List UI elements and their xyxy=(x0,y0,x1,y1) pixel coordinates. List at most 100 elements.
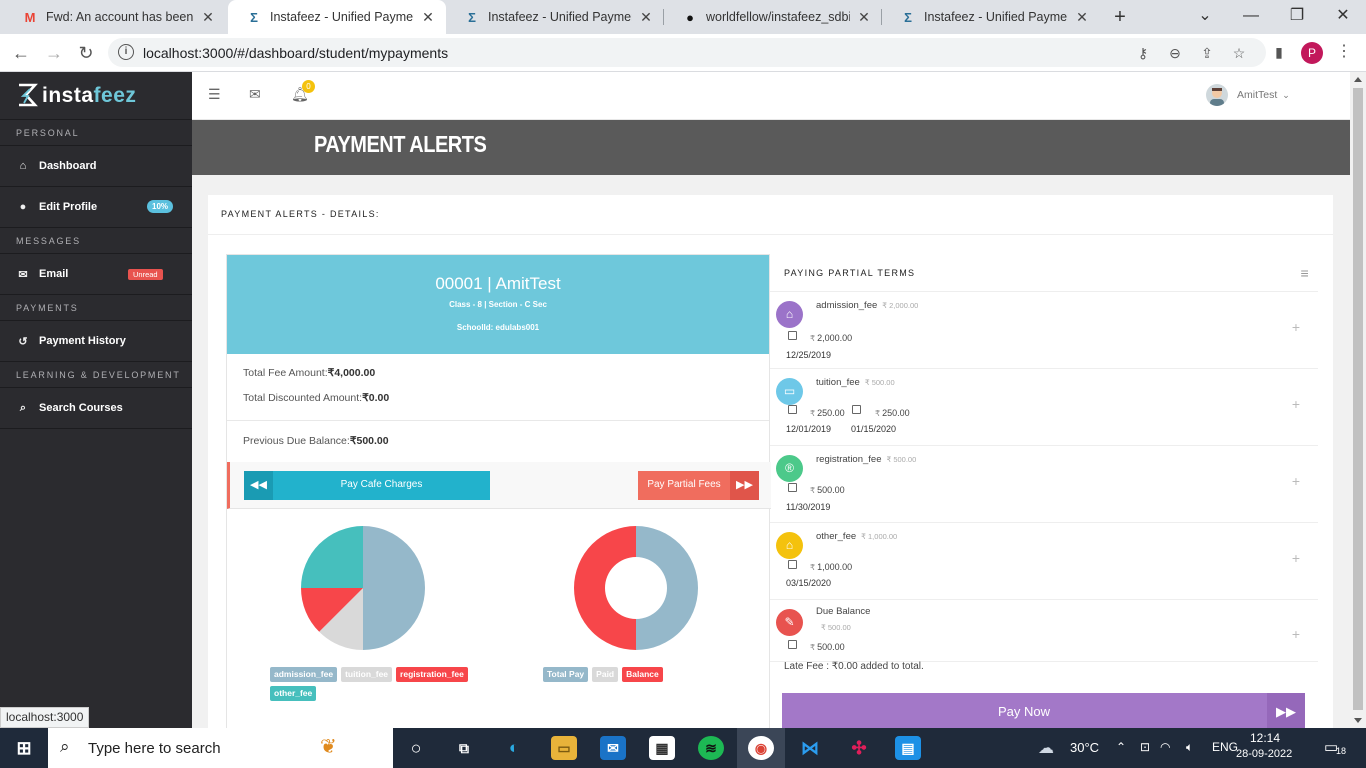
page-scrollbar[interactable] xyxy=(1350,72,1366,728)
close-icon[interactable]: ✕ xyxy=(856,9,872,26)
sidebar-item-search-courses[interactable]: ⌕ Search Courses xyxy=(0,388,192,429)
term-part-checkbox[interactable] xyxy=(788,640,797,649)
pay-now-button[interactable]: Pay Now ▶▶ xyxy=(782,693,1305,731)
term-part-checkbox[interactable] xyxy=(788,560,797,569)
close-icon[interactable]: ✕ xyxy=(200,9,216,26)
language-indicator[interactable]: ENG xyxy=(1212,740,1238,754)
expand-plus-icon[interactable]: + xyxy=(1292,550,1300,566)
sidebar-item-payment-history[interactable]: ↺ Payment History xyxy=(0,321,192,362)
share-icon[interactable]: ⇪ xyxy=(1198,44,1216,62)
legend-paid: Paid xyxy=(592,667,619,682)
user-menu[interactable]: AmitTest ⌄ xyxy=(1206,84,1290,106)
sidebar-section-messages: MESSAGES xyxy=(0,228,192,254)
chevron-up-icon[interactable]: ⌃ xyxy=(1116,740,1126,754)
taskbar-search[interactable]: ⌕ Type here to search ❦ xyxy=(48,728,393,768)
browser-tab-strip: M Fwd: An account has been cr ✕ Σ Instaf… xyxy=(0,0,1366,34)
restore-button[interactable]: ❐ xyxy=(1274,0,1320,34)
chrome-icon[interactable]: ◉ xyxy=(748,736,774,760)
spotify-icon[interactable]: ≋ xyxy=(698,736,724,760)
windows-start-icon[interactable]: ⊞ xyxy=(11,736,37,760)
action-bar: ◀◀ Pay Cafe Charges Pay Partial Fees ▶▶ xyxy=(227,462,771,509)
sidebar-item-dashboard[interactable]: ⌂ Dashboard xyxy=(0,146,192,187)
term-name-text: registration_fee xyxy=(816,454,882,465)
address-bar[interactable]: i localhost:3000/#/dashboard/student/myp… xyxy=(108,38,1266,67)
bank-icon: ⌂ xyxy=(776,532,803,559)
total-fee-label: Total Fee Amount: xyxy=(243,367,328,379)
close-icon[interactable]: ✕ xyxy=(420,9,436,26)
browser-tab-instafeez-2[interactable]: Σ Instafeez - Unified Payments ✕ xyxy=(446,0,664,34)
sidebar-section-learning: LEARNING & DEVELOPMENT xyxy=(0,362,192,388)
scroll-thumb[interactable] xyxy=(1353,88,1363,710)
slack-icon[interactable]: ✣ xyxy=(846,736,872,760)
pay-partial-fees-button[interactable]: Pay Partial Fees ▶▶ xyxy=(638,471,759,500)
url-text[interactable]: localhost:3000/#/dashboard/student/mypay… xyxy=(143,45,448,61)
fee-summary: Total Fee Amount:₹4,000.00 Total Discoun… xyxy=(227,354,769,420)
term-part-checkbox[interactable] xyxy=(852,405,861,414)
term-part-checkbox[interactable] xyxy=(788,405,797,414)
discount-label: Total Discounted Amount: xyxy=(243,392,363,404)
clock-time[interactable]: 12:14 xyxy=(1250,731,1280,745)
scroll-up-arrow[interactable] xyxy=(1354,77,1362,82)
vscode-icon[interactable]: ⋈ xyxy=(797,736,823,760)
zoom-icon[interactable]: ⊖ xyxy=(1166,44,1184,62)
weather-temp[interactable]: 30°C xyxy=(1070,740,1099,755)
info-icon[interactable]: i xyxy=(118,44,134,60)
new-tab-button[interactable]: + xyxy=(1108,5,1132,29)
tab-search-button[interactable]: ⌄ xyxy=(1182,0,1228,34)
back-button[interactable]: ← xyxy=(9,41,33,65)
mail-icon[interactable]: ✉ xyxy=(600,736,626,760)
side-panel-icon[interactable]: ▮ xyxy=(1270,43,1288,61)
github-icon: ● xyxy=(686,9,694,25)
bank-icon: ⌂ xyxy=(776,301,803,328)
clock-date[interactable]: 28-09-2022 xyxy=(1236,748,1292,760)
wifi-icon[interactable]: ◠ xyxy=(1160,740,1170,754)
star-icon[interactable]: ☆ xyxy=(1230,44,1248,62)
browser-tab-instafeez-3[interactable]: Σ Instafeez - Unified Payments ✕ xyxy=(882,0,1100,34)
minimize-button[interactable]: — xyxy=(1228,0,1274,34)
file-explorer-icon[interactable]: ▭ xyxy=(551,736,577,760)
expand-plus-icon[interactable]: + xyxy=(1292,473,1300,489)
forward-button[interactable]: → xyxy=(42,41,66,65)
reload-button[interactable]: ↻ xyxy=(74,41,98,65)
profile-avatar[interactable]: P xyxy=(1301,42,1323,64)
term-part-checkbox[interactable] xyxy=(788,483,797,492)
sidebar-item-edit-profile[interactable]: ● Edit Profile 10% xyxy=(0,187,192,228)
close-window-button[interactable]: ✕ xyxy=(1320,0,1366,34)
link-status-bar: localhost:3000 xyxy=(0,707,90,728)
network-icon[interactable]: ⊡ xyxy=(1140,740,1150,754)
key-icon[interactable]: ⚷ xyxy=(1134,44,1152,62)
browser-tab-gmail[interactable]: M Fwd: An account has been cr ✕ xyxy=(4,0,226,34)
instafeez-logo[interactable]: instafeez xyxy=(0,72,192,120)
term-other-fee: ⌂ other_fee ₹ 1,000.00 ₹1,000.00 03/15/20… xyxy=(770,523,1318,600)
kebab-menu-icon[interactable]: ⋮ xyxy=(1335,43,1353,61)
term-part-checkbox[interactable] xyxy=(788,331,797,340)
browser-tab-instafeez-active[interactable]: Σ Instafeez - Unified Payments ✕ xyxy=(228,0,446,34)
expand-plus-icon[interactable]: + xyxy=(1292,396,1300,412)
store-icon[interactable]: ▦ xyxy=(649,736,675,760)
scroll-down-arrow[interactable] xyxy=(1354,718,1362,723)
sidebar-item-email[interactable]: ✉ Email Unread xyxy=(0,254,192,295)
docker-icon[interactable]: ▤ xyxy=(895,736,921,760)
legend-registration-fee: registration_fee xyxy=(396,667,468,682)
previous-due-row: Previous Due Balance:₹500.00 xyxy=(227,435,769,447)
close-icon[interactable]: ✕ xyxy=(1074,9,1090,26)
previous-due-label: Previous Due Balance: xyxy=(243,435,350,447)
expand-plus-icon[interactable]: + xyxy=(1292,626,1300,642)
expand-plus-icon[interactable]: + xyxy=(1292,319,1300,335)
cortana-icon[interactable]: ○ xyxy=(403,736,429,760)
task-view-icon[interactable]: ⧉ xyxy=(451,736,477,760)
menu-icon[interactable]: ≡ xyxy=(1301,254,1310,292)
total-fee-row: Total Fee Amount:₹4,000.00 xyxy=(227,367,769,379)
volume-icon[interactable]: 🔈︎ xyxy=(1186,740,1193,755)
edge-icon[interactable]: ◐ xyxy=(501,736,527,760)
term-part-date: 12/01/2019 xyxy=(786,424,832,434)
close-icon[interactable]: ✕ xyxy=(638,9,654,26)
browser-tab-github[interactable]: ● worldfellow/instafeez_sdbi ✕ xyxy=(664,0,882,34)
discount-value: ₹0.00 xyxy=(362,392,390,404)
button-label: Pay Cafe Charges xyxy=(340,479,423,490)
menu-toggle-icon[interactable]: ☰ xyxy=(208,86,221,103)
school-id: SchoolId: edulabs001 xyxy=(456,323,540,332)
pay-cafe-charges-button[interactable]: ◀◀ Pay Cafe Charges xyxy=(244,471,490,500)
partial-terms-header: PAYING PARTIAL TERMS ≡ xyxy=(770,254,1318,292)
envelope-icon[interactable]: ✉ xyxy=(249,86,261,103)
